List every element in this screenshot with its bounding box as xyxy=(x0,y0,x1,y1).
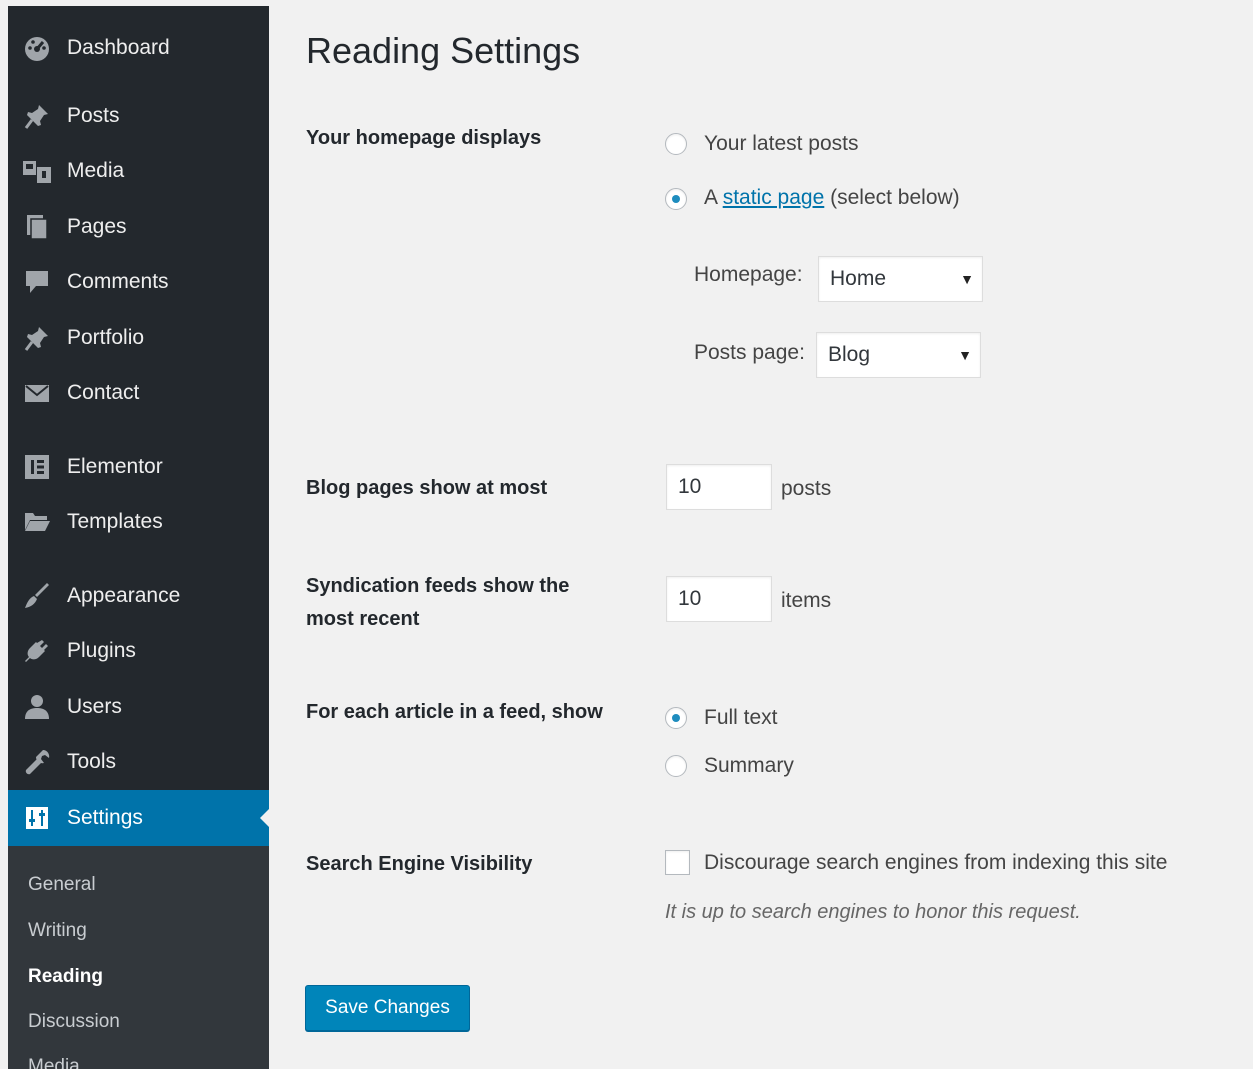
admin-sidebar: Dashboard Posts Media Pages Comments Por… xyxy=(8,6,269,1069)
blog-pages-input[interactable]: 10 xyxy=(666,464,772,510)
menu-item-tools[interactable]: Tools xyxy=(8,736,269,788)
radio-static-page[interactable] xyxy=(665,188,687,210)
menu-item-pages[interactable]: Pages xyxy=(8,201,269,253)
submenu-reading[interactable]: Reading xyxy=(28,966,103,988)
static-page-link[interactable]: static page xyxy=(723,186,825,209)
settings-submenu: General Writing Reading Discussion Media xyxy=(8,846,269,1069)
search-visibility-label: Search Engine Visibility xyxy=(306,853,533,875)
menu-item-comments[interactable]: Comments xyxy=(8,256,269,308)
syndication-unit: items xyxy=(781,589,832,612)
elementor-icon xyxy=(22,452,52,482)
posts-page-select[interactable]: Blog ▼ xyxy=(816,332,981,378)
blog-pages-value: 10 xyxy=(678,475,702,498)
menu-item-appearance[interactable]: Appearance xyxy=(8,570,269,622)
chevron-down-icon: ▼ xyxy=(960,271,974,287)
latest-posts-label: Your latest posts xyxy=(704,132,859,155)
menu-item-users[interactable]: Users xyxy=(8,681,269,733)
full-text-label: Full text xyxy=(704,706,778,729)
menu-item-media[interactable]: Media xyxy=(8,145,269,197)
radio-latest-posts[interactable] xyxy=(665,133,687,155)
radio-selected-dot xyxy=(672,714,680,722)
folder-icon xyxy=(22,507,52,537)
submenu-media[interactable]: Media xyxy=(28,1056,80,1069)
syndication-value: 10 xyxy=(678,587,702,610)
syndication-label: Syndication feeds show the most recent xyxy=(306,570,636,636)
page-title: Reading Settings xyxy=(306,30,581,71)
homepage-displays-label: Your homepage displays xyxy=(306,127,542,149)
search-visibility-description: It is up to search engines to honor this… xyxy=(665,901,1081,923)
menu-item-portfolio[interactable]: Portfolio xyxy=(8,312,269,364)
posts-page-select-label: Posts page: xyxy=(694,341,805,364)
posts-page-select-value: Blog xyxy=(828,343,871,366)
save-changes-button[interactable]: Save Changes xyxy=(305,985,470,1031)
static-page-option-label: A static page (select below) xyxy=(704,186,960,210)
submenu-writing[interactable]: Writing xyxy=(28,920,87,942)
homepage-select[interactable]: Home ▼ xyxy=(818,256,983,302)
plug-icon xyxy=(22,636,52,666)
static-page-suffix: (select below) xyxy=(830,186,960,209)
dashboard-icon xyxy=(22,33,52,63)
homepage-select-value: Home xyxy=(830,267,887,290)
pages-icon xyxy=(22,212,52,242)
radio-summary[interactable] xyxy=(665,755,687,777)
feed-article-label: For each article in a feed, show xyxy=(306,701,603,723)
media-icon xyxy=(22,156,52,186)
blog-pages-unit: posts xyxy=(781,477,832,500)
user-icon xyxy=(22,692,52,722)
syndication-label-line1: Syndication feeds show the xyxy=(306,575,570,597)
syndication-input[interactable]: 10 xyxy=(666,576,772,622)
discourage-search-checkbox[interactable] xyxy=(665,850,690,875)
radio-full-text[interactable] xyxy=(665,707,687,729)
menu-item-plugins[interactable]: Plugins xyxy=(8,625,269,677)
wrench-icon xyxy=(22,747,52,777)
discourage-search-label: Discourage search engines from indexing … xyxy=(704,851,1168,874)
envelope-icon xyxy=(22,378,52,408)
menu-item-contact[interactable]: Contact xyxy=(8,367,269,419)
menu-item-elementor[interactable]: Elementor xyxy=(8,441,269,493)
submenu-general[interactable]: General xyxy=(28,874,96,896)
menu-item-posts[interactable]: Posts xyxy=(8,90,269,142)
radio-selected-dot xyxy=(672,195,680,203)
comment-icon xyxy=(22,267,52,297)
chevron-down-icon: ▼ xyxy=(958,347,972,363)
menu-item-settings[interactable]: Settings xyxy=(8,790,269,846)
syndication-label-line2: most recent xyxy=(306,608,420,630)
menu-item-dashboard[interactable]: Dashboard xyxy=(8,22,269,74)
homepage-select-label: Homepage: xyxy=(694,263,803,286)
menu-item-templates[interactable]: Templates xyxy=(8,496,269,548)
summary-label: Summary xyxy=(704,754,794,777)
pin-icon xyxy=(22,101,52,131)
blog-pages-label: Blog pages show at most xyxy=(306,477,548,499)
brush-icon xyxy=(22,581,52,611)
main-content: Reading Settings Your homepage displays … xyxy=(269,0,1253,1069)
pin-icon xyxy=(22,323,52,353)
settings-icon xyxy=(22,803,52,833)
static-page-prefix: A xyxy=(704,186,717,209)
submenu-discussion[interactable]: Discussion xyxy=(28,1011,120,1033)
